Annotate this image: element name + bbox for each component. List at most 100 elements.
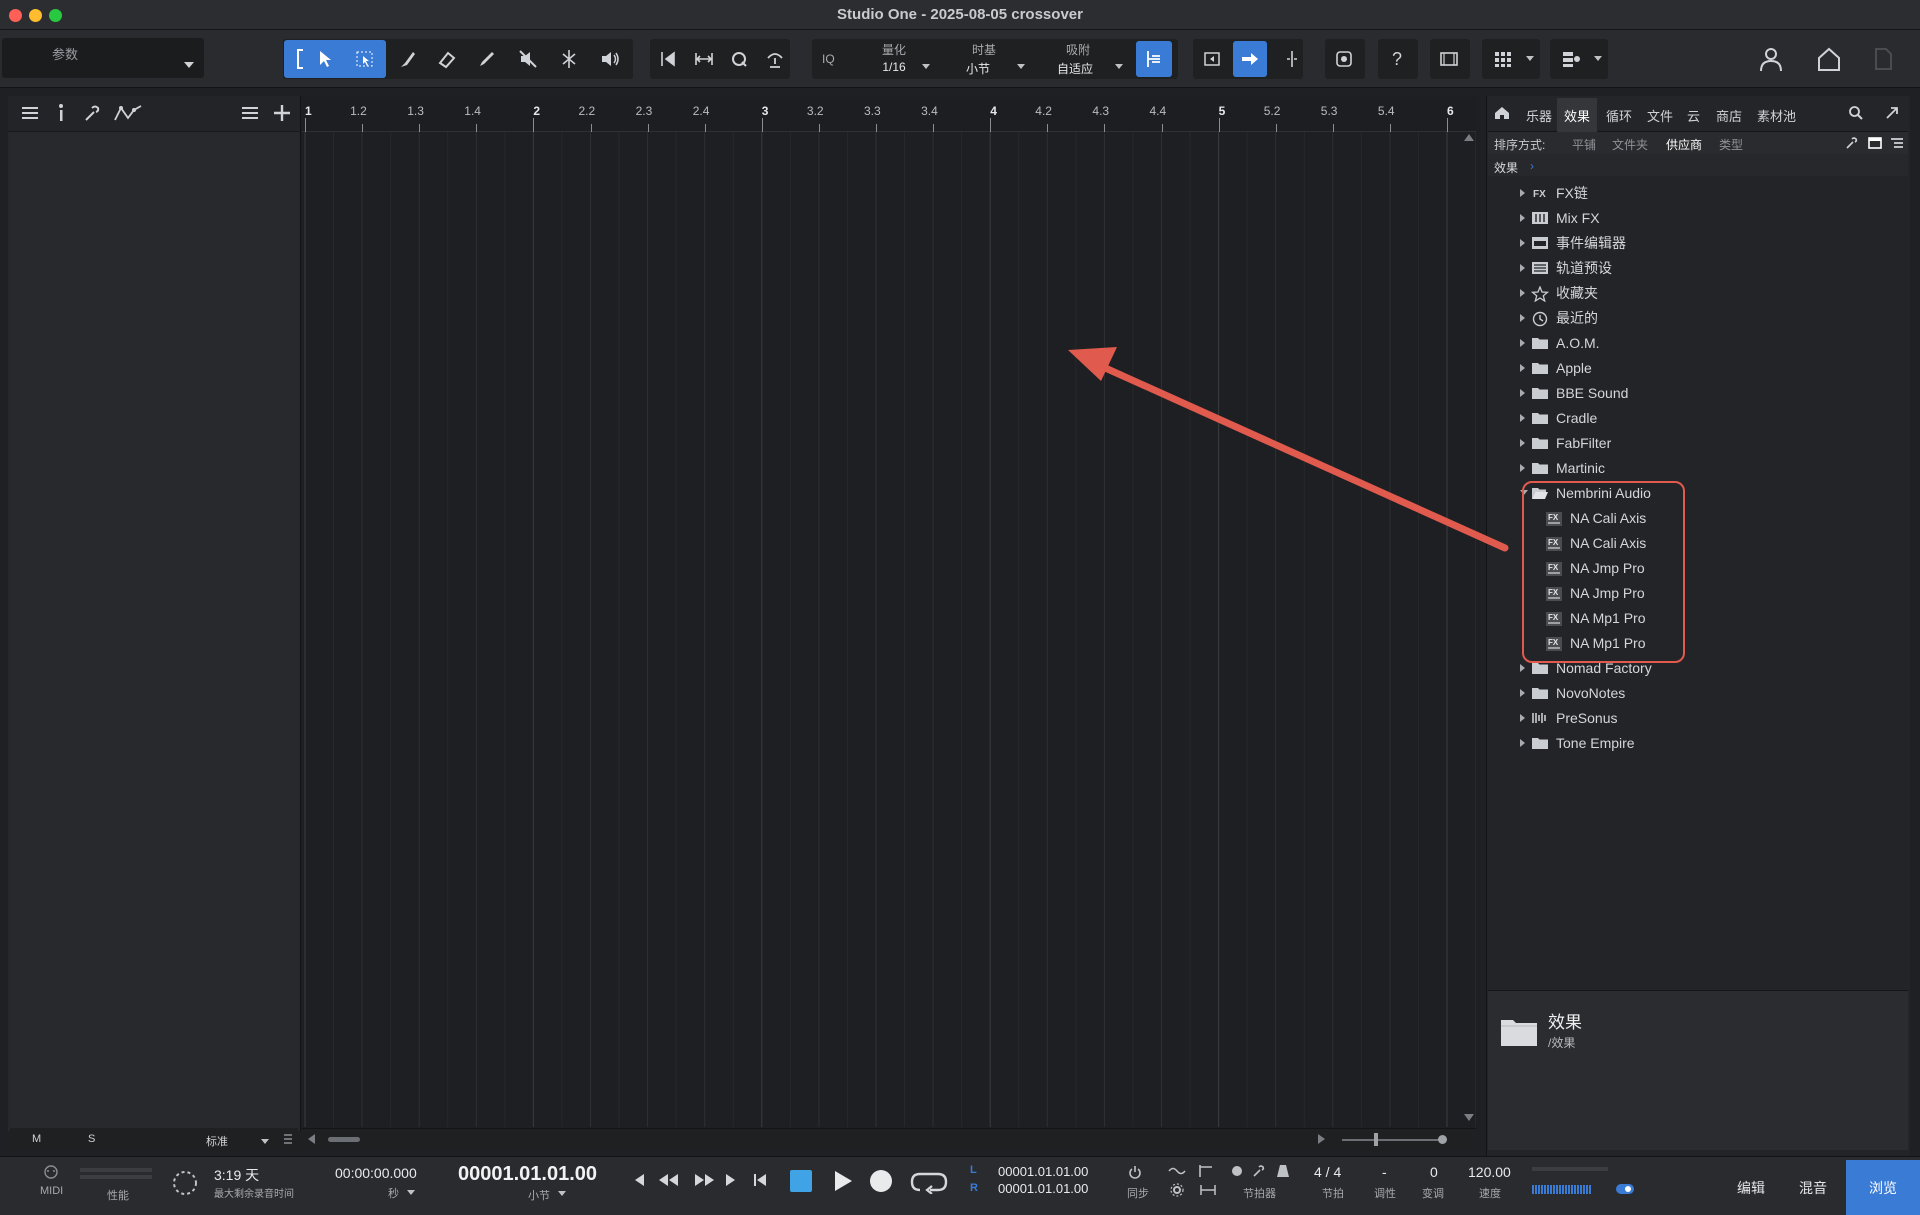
breadcrumb-item[interactable]: 效果 — [1494, 159, 1518, 176]
paint-tool-icon[interactable] — [470, 41, 504, 77]
view-edit-button[interactable]: 编辑 — [1720, 1160, 1782, 1215]
horizontal-scrollbar[interactable] — [302, 1128, 1476, 1150]
target-icon[interactable] — [1327, 41, 1361, 77]
key-value[interactable]: - — [1382, 1164, 1387, 1180]
metronome-icon[interactable] — [1276, 1164, 1290, 1178]
bend-tool-icon[interactable] — [552, 41, 586, 77]
record-panel-icon[interactable] — [172, 1170, 198, 1196]
grid-icon[interactable] — [1486, 41, 1520, 77]
snap-value[interactable]: 自适应 — [1052, 60, 1098, 77]
settings-gear-icon[interactable] — [1170, 1183, 1184, 1197]
timestretch-icon[interactable] — [651, 41, 685, 77]
chevron-down-icon[interactable] — [558, 1191, 566, 1196]
view-mix-button[interactable]: 混音 — [1782, 1160, 1844, 1215]
folder-item[interactable]: A.O.M. — [1488, 330, 1908, 355]
sort-settings-wrench-icon[interactable] — [1845, 136, 1859, 150]
sort-option-flat[interactable]: 平铺 — [1572, 136, 1596, 153]
scroll-up-arrow-icon[interactable] — [1464, 134, 1474, 141]
tempo-value[interactable]: 120.00 — [1468, 1164, 1511, 1180]
transpose-value[interactable]: 0 — [1430, 1164, 1438, 1180]
previous-marker-icon[interactable] — [632, 1172, 646, 1188]
video-icon[interactable] — [1432, 41, 1466, 77]
sort-option-folder[interactable]: 文件夹 — [1612, 136, 1648, 153]
eraser-tool-icon[interactable] — [430, 41, 464, 77]
folder-item[interactable]: FX FX链 — [1488, 180, 1908, 205]
sort-option-type[interactable]: 类型 — [1719, 136, 1743, 153]
chevron-down-icon[interactable] — [184, 62, 194, 68]
collapsed-triangle-icon[interactable] — [1520, 188, 1525, 197]
split-tool-icon[interactable] — [390, 41, 424, 77]
folder-item[interactable]: NovoNotes — [1488, 680, 1908, 705]
tab-files[interactable]: 文件 — [1647, 106, 1673, 125]
solo-all-button[interactable]: S — [88, 1133, 95, 1145]
quantize-q-icon[interactable] — [722, 41, 756, 77]
collapsed-triangle-icon[interactable] — [1520, 288, 1525, 297]
zoom-slider-handle[interactable] — [1374, 1133, 1378, 1146]
scroll-thumb[interactable] — [328, 1137, 360, 1142]
chevron-down-icon[interactable] — [1115, 64, 1123, 69]
folder-item[interactable]: 收藏夹 — [1488, 280, 1908, 305]
loop-start-display[interactable]: 00001.01.01.00 — [998, 1164, 1088, 1179]
iq-button[interactable]: IQ — [822, 52, 835, 67]
range-tool-icon[interactable] — [348, 41, 382, 77]
collapsed-triangle-icon[interactable] — [1520, 463, 1525, 472]
browser-home-icon[interactable] — [1494, 105, 1510, 121]
collapsed-triangle-icon[interactable] — [1520, 688, 1525, 697]
collapsed-triangle-icon[interactable] — [1520, 238, 1525, 247]
wrench-icon[interactable] — [82, 104, 102, 122]
collapsed-triangle-icon[interactable] — [1520, 363, 1525, 372]
snap-to-grid-button[interactable] — [1136, 41, 1172, 77]
search-icon[interactable] — [1848, 105, 1864, 121]
collapsed-triangle-icon[interactable] — [1520, 388, 1525, 397]
next-marker-icon[interactable] — [724, 1172, 738, 1188]
folder-item[interactable]: 事件编辑器 — [1488, 230, 1908, 255]
time-signature-value[interactable]: 4 / 4 — [1314, 1164, 1341, 1180]
folder-item[interactable]: Martinic — [1488, 455, 1908, 480]
scroll-right-arrow-icon[interactable] — [1318, 1134, 1325, 1144]
autoscroll-icon[interactable] — [1233, 41, 1267, 77]
tab-instruments[interactable]: 乐器 — [1526, 106, 1552, 125]
footer-menu-icon[interactable] — [283, 1133, 293, 1145]
collapsed-triangle-icon[interactable] — [1520, 263, 1525, 272]
layout-icon[interactable] — [1554, 41, 1588, 77]
document-icon[interactable] — [1866, 41, 1900, 77]
flag-icon[interactable] — [1198, 1164, 1216, 1178]
chevron-down-icon[interactable] — [261, 1139, 269, 1144]
track-list-area[interactable] — [10, 133, 298, 1128]
rewind-icon[interactable] — [657, 1172, 681, 1188]
metronome-dot-icon[interactable] — [1232, 1166, 1242, 1176]
listen-tool-icon[interactable] — [593, 41, 627, 77]
quantize-value[interactable]: 1/16 — [876, 60, 912, 74]
loop-button[interactable] — [910, 1170, 948, 1194]
bars-position-display[interactable]: 00001.01.01.00 — [458, 1163, 597, 1186]
folder-item[interactable]: 轨道预设 — [1488, 255, 1908, 280]
play-button[interactable] — [832, 1169, 854, 1193]
list-view-icon[interactable] — [1890, 136, 1904, 150]
tab-pool[interactable]: 素材池 — [1757, 106, 1796, 125]
chevron-down-icon[interactable] — [1017, 64, 1025, 69]
stretch-icon[interactable] — [687, 41, 721, 77]
list-options-icon[interactable] — [240, 104, 260, 122]
arrange-grid[interactable] — [302, 132, 1476, 1127]
follow-start-icon[interactable] — [1195, 41, 1229, 77]
user-account-icon[interactable] — [1754, 41, 1788, 77]
folder-item[interactable]: 最近的 — [1488, 305, 1908, 330]
expand-icon[interactable] — [1884, 105, 1900, 121]
time-seconds-display[interactable]: 00:00:00.000 — [335, 1165, 417, 1181]
collapsed-triangle-icon[interactable] — [1520, 438, 1525, 447]
cursor-follow-icon[interactable] — [1275, 41, 1309, 77]
collapsed-triangle-icon[interactable] — [1520, 213, 1525, 222]
info-icon[interactable] — [56, 103, 66, 123]
scroll-down-arrow-icon[interactable] — [1464, 1114, 1474, 1121]
collapsed-triangle-icon[interactable] — [1520, 313, 1525, 322]
mute-tool-icon[interactable] — [511, 41, 545, 77]
arrow-tool-icon[interactable] — [308, 41, 342, 77]
record-button[interactable] — [870, 1170, 892, 1192]
punch-icon[interactable] — [1200, 1184, 1216, 1196]
chevron-down-icon[interactable] — [1594, 56, 1602, 61]
stop-button[interactable] — [790, 1170, 812, 1192]
parameter-box[interactable] — [2, 38, 204, 78]
fast-forward-icon[interactable] — [692, 1172, 716, 1188]
collapsed-triangle-icon[interactable] — [1520, 413, 1525, 422]
folder-item[interactable]: Cradle — [1488, 405, 1908, 430]
